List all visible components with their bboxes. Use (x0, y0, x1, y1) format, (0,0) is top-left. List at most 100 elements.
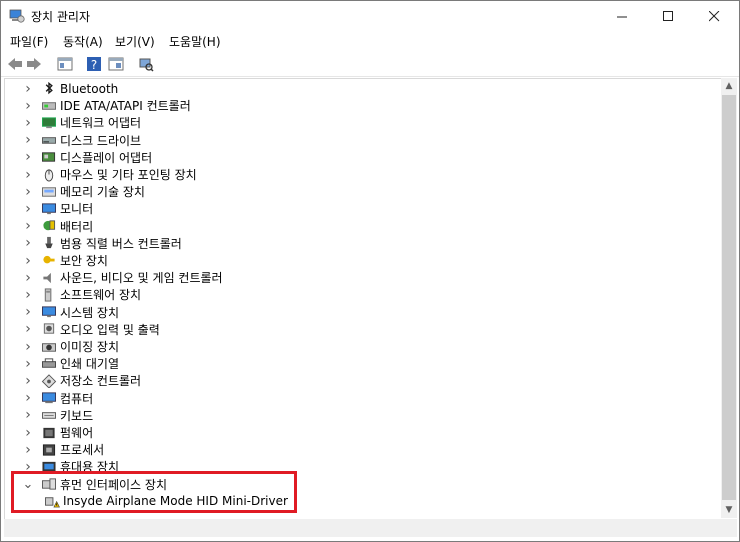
tree-category[interactable]: › 프로세서 (22, 441, 104, 458)
tree-category[interactable]: › 네트워크 어댑터 (22, 114, 141, 131)
network-adapter-icon (42, 117, 56, 129)
close-button[interactable] (691, 1, 737, 31)
chevron-right-icon[interactable]: › (22, 184, 34, 200)
chevron-right-icon[interactable]: › (22, 304, 34, 320)
tree-item-label: 이미징 장치 (60, 340, 120, 354)
tree-item-label: 키보드 (60, 408, 94, 423)
tree-item-label: 프로세서 (60, 443, 105, 458)
audio-io-icon (43, 323, 55, 334)
chevron-right-icon[interactable]: › (22, 235, 34, 251)
chevron-right-icon[interactable]: › (22, 149, 34, 165)
tree-category[interactable]: › 오디오 입력 및 출력 (22, 321, 160, 338)
vertical-scrollbar[interactable]: ▲ ▼ (721, 78, 737, 518)
tree-item-label: 디스크 드라이브 (60, 133, 142, 148)
chevron-right-icon[interactable]: › (22, 253, 34, 269)
bluetooth-icon (45, 81, 53, 94)
tree-item-label: 인쇄 대기열 (60, 357, 120, 372)
menu-bar: 파일(F) 동작(A) 보기(V) 도움말(H) (1, 31, 739, 51)
tree-category[interactable]: › Bluetooth (22, 80, 118, 97)
menu-file[interactable]: 파일(F) (10, 33, 48, 50)
help-icon[interactable]: ? (85, 55, 103, 73)
printer-icon (42, 358, 56, 368)
tree-category[interactable]: › IDE ATA/ATAPI 컨트롤러 (22, 97, 191, 114)
tree-item-label: 사운드, 비디오 및 게임 컨트롤러 (60, 271, 223, 286)
storage-controller-icon (41, 374, 57, 388)
tree-category[interactable]: › 컴퓨터 (22, 390, 93, 407)
tree-item-label: 디스플레이 어댑터 (60, 150, 153, 165)
tree-category[interactable]: › 메모리 기술 장치 (22, 183, 145, 200)
scroll-down-icon[interactable]: ▼ (721, 502, 737, 518)
title-bar: 장치 관리자 (1, 1, 739, 31)
tree-category[interactable]: › 소프트웨어 장치 (22, 286, 141, 303)
chevron-right-icon[interactable]: › (22, 321, 34, 337)
tree-category[interactable]: › 배터리 (22, 218, 93, 235)
chevron-right-icon[interactable]: › (22, 98, 34, 114)
memory-device-icon (42, 187, 56, 197)
chevron-right-icon[interactable]: › (22, 287, 34, 303)
tree-item-label: 범용 직렬 버스 컨트롤러 (60, 236, 182, 251)
properties-view-icon[interactable] (56, 55, 74, 73)
tree-category[interactable]: › 이미징 장치 (22, 338, 119, 355)
minimize-icon (616, 16, 627, 17)
chevron-right-icon[interactable]: › (22, 425, 34, 441)
firmware-icon (43, 427, 55, 438)
usb-icon (45, 237, 53, 249)
tree-category[interactable]: › 디스크 드라이브 (22, 132, 141, 149)
tree-item-label: 마우스 및 기타 포인팅 장치 (60, 168, 197, 182)
tree-category[interactable]: › 마우스 및 기타 포인팅 장치 (22, 166, 197, 183)
menu-help[interactable]: 도움말(H) (169, 33, 221, 50)
chevron-right-icon[interactable]: › (22, 167, 34, 183)
forward-arrow-icon[interactable] (25, 55, 43, 73)
tree-category[interactable]: › 시스템 장치 (22, 304, 119, 321)
minimize-button[interactable] (599, 1, 645, 31)
processor-icon (42, 444, 56, 456)
maximize-button[interactable] (645, 1, 691, 31)
chevron-right-icon[interactable]: › (22, 132, 34, 148)
tree-category[interactable]: › 펌웨어 (22, 424, 93, 441)
chevron-right-icon[interactable]: › (22, 442, 34, 458)
tree-category[interactable]: › 저장소 컨트롤러 (22, 372, 141, 389)
tree-item-label: 배터리 (60, 219, 94, 234)
chevron-right-icon[interactable]: › (22, 115, 34, 131)
show-hidden-icon[interactable] (107, 55, 125, 73)
tree-category[interactable]: › 사운드, 비디오 및 게임 컨트롤러 (22, 269, 223, 286)
tree-item-label: 저장소 컨트롤러 (60, 374, 142, 389)
tree-category[interactable]: › 모니터 (22, 200, 93, 217)
scroll-thumb[interactable] (722, 95, 736, 500)
tree-category[interactable]: › 키보드 (22, 407, 93, 424)
tree-item-label: 펌웨어 (60, 426, 94, 440)
menu-action[interactable]: 동작(A) (63, 33, 103, 50)
svg-text:?: ? (91, 58, 97, 72)
tree-item-label: 네트워크 어댑터 (60, 116, 142, 131)
ide-controller-icon (42, 101, 56, 110)
chevron-right-icon[interactable]: › (22, 339, 34, 355)
chevron-right-icon[interactable]: › (22, 201, 34, 217)
tree-category[interactable]: › 보안 장치 (22, 252, 108, 269)
tree-category[interactable]: › 디스플레이 어댑터 (22, 149, 152, 166)
chevron-right-icon[interactable]: › (22, 356, 34, 372)
window-title: 장치 관리자 (31, 10, 91, 24)
maximize-icon (662, 10, 673, 21)
back-arrow-icon[interactable] (6, 55, 24, 73)
tree-item-label: 메모리 기술 장치 (60, 185, 145, 200)
tree-item-label: 컴퓨터 (60, 391, 94, 406)
scroll-up-icon[interactable]: ▲ (721, 78, 737, 94)
computer-icon (42, 392, 56, 404)
tree-item-label: 시스템 장치 (60, 305, 120, 320)
chevron-right-icon[interactable]: › (22, 81, 34, 97)
system-device-icon (42, 306, 56, 318)
battery-icon (43, 220, 56, 231)
chevron-right-icon[interactable]: › (22, 373, 34, 389)
horizontal-scrollbar[interactable] (4, 519, 737, 537)
toolbar: ? (1, 52, 739, 77)
chevron-right-icon[interactable]: › (22, 270, 34, 286)
tree-item-label: 보안 장치 (60, 254, 108, 268)
scan-hardware-icon[interactable] (137, 55, 155, 73)
chevron-right-icon[interactable]: › (22, 407, 34, 423)
tree-category[interactable]: › 인쇄 대기열 (22, 355, 119, 372)
menu-view[interactable]: 보기(V) (115, 33, 155, 50)
monitor-icon (42, 203, 56, 215)
tree-category[interactable]: › 범용 직렬 버스 컨트롤러 (22, 235, 182, 252)
chevron-right-icon[interactable]: › (22, 390, 34, 406)
chevron-right-icon[interactable]: › (22, 218, 34, 234)
